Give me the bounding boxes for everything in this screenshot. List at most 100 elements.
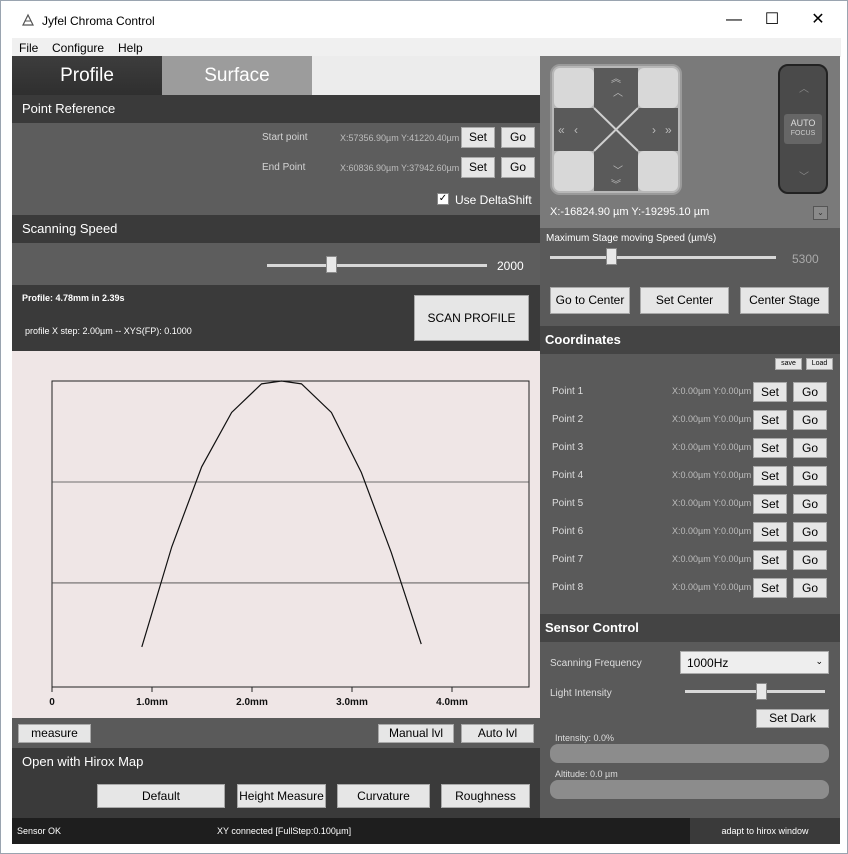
coordinates-save-button[interactable]: save: [775, 358, 802, 370]
title-bar: Jyfel Chroma Control — ☐ ✕: [1, 1, 847, 38]
stage-speed-thumb[interactable]: [605, 248, 617, 265]
coordinate-go-button[interactable]: Go: [793, 438, 827, 458]
arrow-down-fast-icon[interactable]: ︾: [611, 176, 621, 191]
set-center-button[interactable]: Set Center: [640, 287, 729, 314]
scanning-speed-track[interactable]: [267, 264, 487, 267]
arrow-up-fast-icon[interactable]: ︽: [611, 70, 621, 85]
coordinate-point-value: X:0.00µm Y:0.00µm: [672, 442, 752, 452]
coordinate-point-value: X:0.00µm Y:0.00µm: [672, 526, 752, 536]
tab-surface[interactable]: Surface: [162, 56, 312, 95]
coordinate-point-label: Point 1: [552, 386, 584, 397]
end-point-label: End Point: [262, 162, 306, 173]
go-to-center-button[interactable]: Go to Center: [550, 287, 630, 314]
minimize-button[interactable]: —: [719, 9, 749, 31]
coordinate-point-value: X:0.00µm Y:0.00µm: [672, 554, 752, 564]
hirox-header: Open with Hirox Map: [12, 748, 540, 776]
coordinate-point-label: Point 4: [552, 470, 584, 481]
autofocus-label-2: FOCUS: [790, 130, 816, 137]
light-intensity-label: Light Intensity: [550, 688, 612, 699]
coordinate-row: Point 1 X:0.00µm Y:0.00µm Set Go: [540, 381, 840, 405]
center-stage-button[interactable]: Center Stage: [740, 287, 829, 314]
profile-chart-area: 0 1.0mm 2.0mm 3.0mm 4.0mm: [12, 351, 540, 718]
coordinate-row: Point 6 X:0.00µm Y:0.00µm Set Go: [540, 521, 840, 545]
coordinate-go-button[interactable]: Go: [793, 522, 827, 542]
coordinates-load-button[interactable]: Load: [806, 358, 833, 370]
coordinate-go-button[interactable]: Go: [793, 494, 827, 514]
light-intensity-thumb[interactable]: [755, 683, 767, 700]
start-go-button[interactable]: Go: [501, 127, 535, 148]
menu-file[interactable]: File: [19, 41, 38, 55]
scanning-speed-header: Scanning Speed: [12, 215, 540, 243]
sensor-status: Sensor OK: [17, 826, 62, 836]
start-point-value: X:57356.90µm Y:41220.40µm: [340, 133, 460, 143]
hirox-height-measure-button[interactable]: Height Measure: [237, 784, 326, 808]
arrow-down-icon[interactable]: ﹀: [613, 162, 623, 177]
coordinate-set-button[interactable]: Set: [753, 494, 787, 514]
end-go-button[interactable]: Go: [501, 157, 535, 178]
coordinate-go-button[interactable]: Go: [793, 466, 827, 486]
stage-position: X:-16824.90 µm Y:-19295.10 µm: [550, 206, 710, 218]
app-icon: [22, 13, 34, 26]
tab-profile[interactable]: Profile: [12, 56, 162, 95]
coordinate-set-button[interactable]: Set: [753, 410, 787, 430]
arrow-up-icon[interactable]: ︿: [613, 84, 623, 99]
stage-speed-value: 5300: [792, 252, 819, 266]
coordinate-point-value: X:0.00µm Y:0.00µm: [672, 386, 752, 396]
coordinate-point-label: Point 5: [552, 498, 584, 509]
use-deltashift-checkbox[interactable]: ✓: [437, 193, 449, 205]
hirox-roughness-button[interactable]: Roughness: [441, 784, 530, 808]
focus-up-icon[interactable]: ︿: [799, 80, 809, 95]
stage-expand-icon[interactable]: ⌄: [813, 206, 828, 220]
coordinates-header: Coordinates: [540, 326, 840, 354]
coordinate-go-button[interactable]: Go: [793, 578, 827, 598]
maximize-button[interactable]: ☐: [757, 9, 787, 31]
set-dark-button[interactable]: Set Dark: [756, 709, 829, 728]
coordinate-set-button[interactable]: Set: [753, 382, 787, 402]
scanning-frequency-select[interactable]: 1000Hz ⌄: [680, 651, 829, 674]
focus-down-icon[interactable]: ﹀: [799, 168, 809, 183]
arrow-left-icon[interactable]: ‹: [574, 123, 578, 137]
x-axis-tick-label: 4.0mm: [436, 697, 468, 708]
x-axis-tick-label: 1.0mm: [136, 697, 168, 708]
auto-level-button[interactable]: Auto lvl: [461, 724, 534, 743]
coordinate-row: Point 3 X:0.00µm Y:0.00µm Set Go: [540, 437, 840, 461]
adapt-hirox-button[interactable]: adapt to hirox window: [690, 818, 840, 844]
chart-plot-frame: [51, 380, 530, 688]
coordinate-set-button[interactable]: Set: [753, 550, 787, 570]
arrow-right-fast-icon[interactable]: »: [665, 123, 672, 137]
stage-speed-label: Maximum Stage moving Speed (µm/s): [546, 233, 717, 244]
menu-configure[interactable]: Configure: [52, 41, 104, 55]
arrow-right-icon[interactable]: ›: [652, 123, 656, 137]
start-set-button[interactable]: Set: [461, 127, 495, 148]
window-title: Jyfel Chroma Control: [42, 14, 155, 28]
scanning-frequency-value: 1000Hz: [687, 656, 729, 670]
stage-speed-track[interactable]: [550, 256, 776, 259]
status-bar: Sensor OK XY connected [FullStep:0.100µm…: [12, 818, 840, 844]
profile-chart: 0 1.0mm 2.0mm 3.0mm 4.0mm: [49, 380, 530, 708]
manual-level-button[interactable]: Manual lvl: [378, 724, 454, 743]
arrow-left-fast-icon[interactable]: «: [558, 123, 565, 137]
menu-help[interactable]: Help: [118, 41, 143, 55]
coordinate-set-button[interactable]: Set: [753, 438, 787, 458]
start-point-label: Start point: [262, 132, 308, 143]
intensity-progress: [550, 744, 829, 763]
coordinate-go-button[interactable]: Go: [793, 410, 827, 430]
scanning-speed-thumb[interactable]: [325, 256, 337, 273]
coordinate-point-value: X:0.00µm Y:0.00µm: [672, 470, 752, 480]
hirox-default-button[interactable]: Default: [97, 784, 225, 808]
coordinate-go-button[interactable]: Go: [793, 382, 827, 402]
autofocus-button[interactable]: AUTO FOCUS: [784, 114, 822, 144]
coordinate-go-button[interactable]: Go: [793, 550, 827, 570]
close-button[interactable]: ✕: [803, 9, 833, 31]
coordinate-set-button[interactable]: Set: [753, 466, 787, 486]
hirox-curvature-button[interactable]: Curvature: [337, 784, 430, 808]
coordinate-point-label: Point 6: [552, 526, 584, 537]
scan-profile-button[interactable]: SCAN PROFILE: [414, 295, 529, 341]
coordinate-set-button[interactable]: Set: [753, 578, 787, 598]
coordinate-point-label: Point 7: [552, 554, 584, 565]
coordinate-set-button[interactable]: Set: [753, 522, 787, 542]
xy-status: XY connected [FullStep:0.100µm]: [217, 826, 352, 836]
measure-button[interactable]: measure: [18, 724, 91, 743]
coordinate-row: Point 4 X:0.00µm Y:0.00µm Set Go: [540, 465, 840, 489]
end-set-button[interactable]: Set: [461, 157, 495, 178]
